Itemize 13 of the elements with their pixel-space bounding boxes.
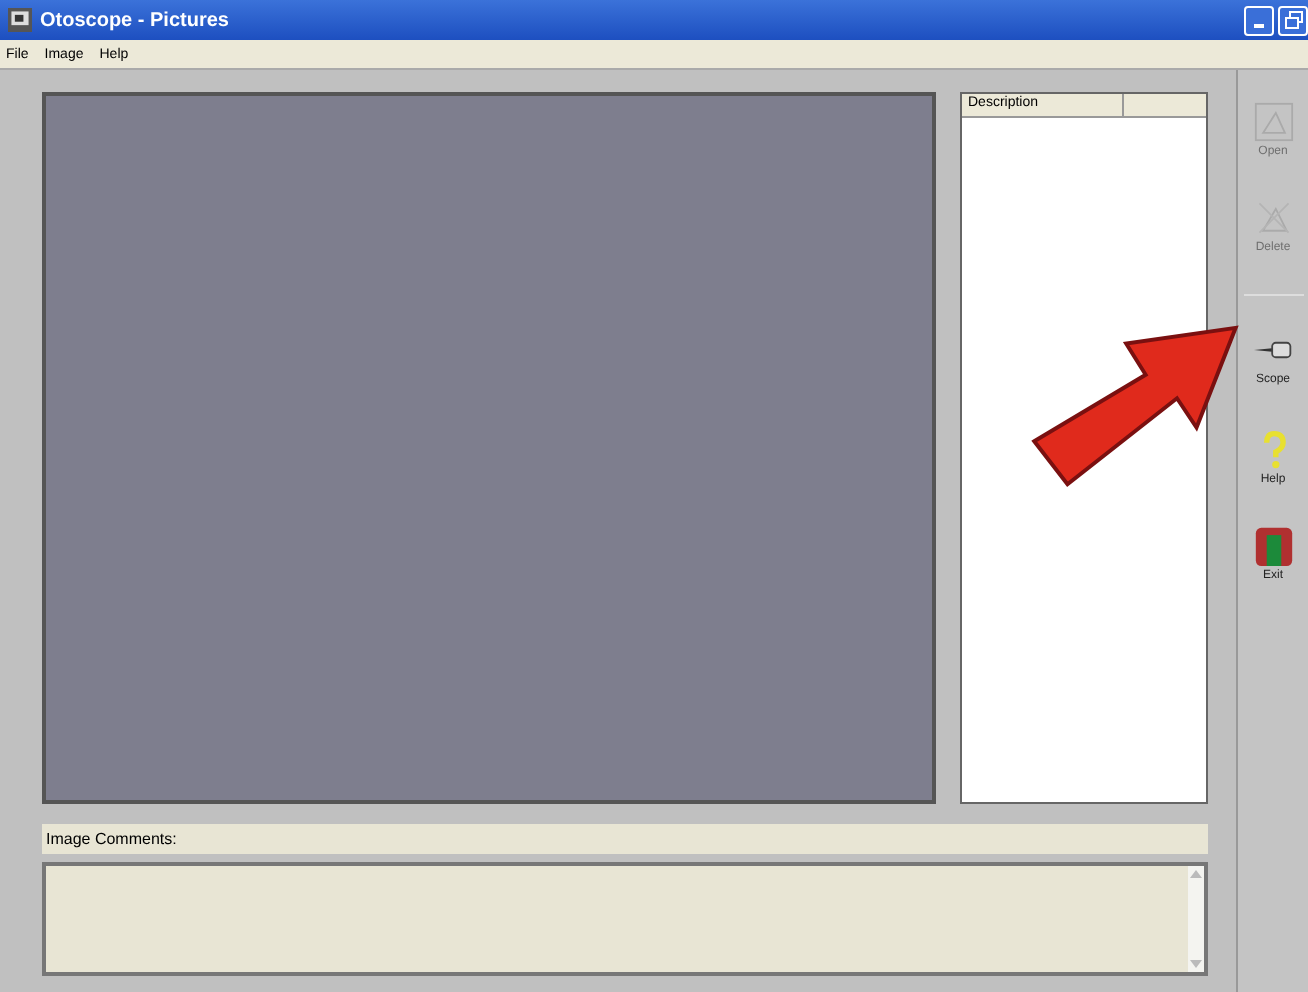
- scroll-down-icon: [1190, 960, 1202, 968]
- restore-button[interactable]: [1278, 5, 1308, 35]
- comments-field[interactable]: [42, 862, 1208, 976]
- triangle-icon: [1253, 198, 1293, 238]
- window-title: Otoscope - Pictures: [40, 9, 229, 31]
- app-icon: [8, 8, 32, 32]
- minimize-icon: [1254, 23, 1264, 27]
- comments-label: Image Comments:: [42, 824, 1208, 854]
- scrollbar[interactable]: [1188, 866, 1204, 972]
- door-icon: [1253, 526, 1293, 566]
- scroll-up-icon: [1190, 870, 1202, 878]
- minimize-button[interactable]: [1244, 5, 1274, 35]
- restore-icon: [1283, 10, 1303, 30]
